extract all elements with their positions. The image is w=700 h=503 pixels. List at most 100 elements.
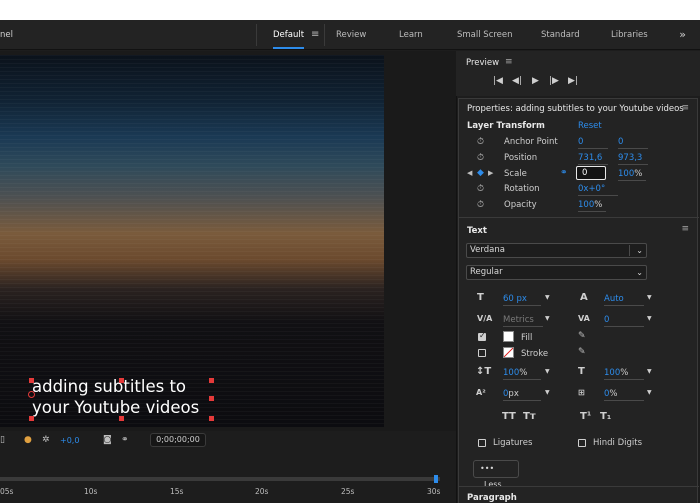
eyedropper-icon[interactable]: ✎ bbox=[578, 331, 586, 341]
ligatures-checkbox[interactable] bbox=[478, 439, 486, 447]
preview-menu-icon[interactable]: ≡ bbox=[505, 57, 513, 67]
playhead[interactable] bbox=[434, 475, 438, 483]
anchor-point-icon[interactable] bbox=[28, 391, 35, 398]
settings-gear-icon[interactable]: ✲ bbox=[42, 435, 50, 445]
transform-handle[interactable] bbox=[119, 378, 124, 383]
ligatures-label: Ligatures bbox=[493, 438, 533, 448]
baseline-shift-value[interactable]: 0px bbox=[503, 389, 541, 401]
superscript-icon[interactable]: T¹ bbox=[580, 411, 591, 422]
opacity-number: 100 bbox=[578, 200, 595, 210]
horizontal-scale-value[interactable]: 100% bbox=[604, 368, 644, 380]
leading-value[interactable]: Auto bbox=[604, 294, 644, 306]
caret-down-icon[interactable]: ▼ bbox=[647, 368, 652, 375]
video-frame bbox=[0, 55, 384, 427]
caret-down-icon[interactable]: ▼ bbox=[647, 294, 652, 301]
vertical-scale-number: 100 bbox=[503, 368, 520, 378]
transform-handle[interactable] bbox=[29, 378, 34, 383]
more-dots-icon: ••• bbox=[480, 464, 495, 473]
offset-value[interactable]: +0,0 bbox=[60, 436, 79, 445]
transform-handle[interactable] bbox=[209, 396, 214, 401]
transform-handle[interactable] bbox=[209, 378, 214, 383]
tsume-icon: ⊞ bbox=[578, 388, 585, 397]
caret-down-icon[interactable]: ▼ bbox=[545, 315, 550, 322]
workspace-default[interactable]: Default bbox=[273, 30, 305, 49]
font-size-value[interactable]: 60 px bbox=[503, 294, 541, 306]
kerning-value[interactable]: Metrics bbox=[503, 315, 543, 327]
go-to-end-icon[interactable]: ▶| bbox=[568, 76, 578, 86]
workspace-learn[interactable]: Learn bbox=[399, 30, 423, 40]
timeline-track[interactable] bbox=[0, 477, 440, 481]
transform-handle[interactable] bbox=[209, 416, 214, 421]
vertical-scale-value[interactable]: 100% bbox=[503, 368, 541, 380]
properties-menu-icon[interactable]: ≡ bbox=[681, 103, 689, 113]
caret-down-icon[interactable]: ▼ bbox=[545, 368, 550, 375]
caret-down-icon[interactable]: ▼ bbox=[545, 294, 550, 301]
rotation-label: Rotation bbox=[504, 184, 540, 194]
keyframe-prev-icon[interactable]: ◀ bbox=[467, 169, 472, 177]
anchor-y-value[interactable]: 0 bbox=[618, 137, 648, 149]
scale-percent-value[interactable]: 100% bbox=[618, 169, 646, 181]
font-style-dropdown[interactable]: Regular ⌄ bbox=[466, 265, 647, 280]
go-to-start-icon[interactable]: |◀ bbox=[493, 76, 503, 86]
workspace-standard[interactable]: Standard bbox=[541, 30, 580, 40]
reset-button[interactable]: Reset bbox=[578, 121, 602, 131]
step-forward-icon[interactable]: |▶ bbox=[549, 76, 559, 86]
stopwatch-icon[interactable]: ⏱ bbox=[477, 184, 484, 194]
transform-handle[interactable] bbox=[29, 416, 34, 421]
caret-down-icon[interactable]: ▼ bbox=[647, 315, 652, 322]
link-icon[interactable]: ⚭ bbox=[121, 435, 129, 445]
fill-checkbox[interactable] bbox=[478, 331, 486, 341]
tsume-value[interactable]: 0% bbox=[604, 389, 644, 401]
caret-down-icon[interactable]: ▼ bbox=[545, 389, 550, 396]
camera-icon[interactable]: ◙ bbox=[103, 435, 112, 445]
font-family-dropdown[interactable]: Verdana ⌄ bbox=[466, 243, 647, 258]
stopwatch-icon[interactable]: ⏱ bbox=[477, 153, 484, 163]
small-caps-icon[interactable]: Tт bbox=[523, 411, 536, 422]
keyframe-next-icon[interactable]: ▶ bbox=[488, 169, 493, 177]
fill-label: Fill bbox=[521, 333, 533, 343]
font-size-number: 60 bbox=[503, 294, 514, 304]
timeline-ruler[interactable]: 05s 10s 15s 20s 25s 30s bbox=[0, 470, 456, 503]
all-caps-icon[interactable]: TT bbox=[502, 411, 516, 422]
color-icon[interactable]: ● bbox=[24, 435, 32, 445]
baseline-shift-icon: A² bbox=[476, 388, 486, 397]
position-y-value[interactable]: 973,3 bbox=[618, 153, 648, 165]
more-workspaces-icon[interactable]: » bbox=[679, 28, 686, 41]
anchor-x-value[interactable]: 0 bbox=[578, 137, 608, 149]
workspace-libraries[interactable]: Libraries bbox=[611, 30, 648, 40]
safe-margins-icon[interactable]: ▯ bbox=[0, 435, 5, 445]
timecode-field[interactable]: 0;00;00;00 bbox=[150, 433, 206, 447]
step-back-icon[interactable]: ◀| bbox=[512, 76, 522, 86]
preview-title: Preview bbox=[466, 58, 500, 68]
hindi-digits-checkbox[interactable] bbox=[578, 439, 586, 447]
stopwatch-icon[interactable]: ⏱ bbox=[477, 137, 484, 147]
keyframe-add-icon[interactable]: ◆ bbox=[477, 168, 484, 178]
subscript-icon[interactable]: T₁ bbox=[600, 411, 611, 422]
scale-input[interactable]: 0 bbox=[576, 166, 606, 180]
text-menu-icon[interactable]: ≡ bbox=[681, 224, 689, 234]
eyedropper-icon[interactable]: ✎ bbox=[578, 347, 586, 357]
workspace-review[interactable]: Review bbox=[336, 30, 366, 40]
link-scale-icon[interactable]: ⚭ bbox=[560, 168, 568, 178]
scale-label: Scale bbox=[504, 169, 527, 179]
rotation-value[interactable]: 0x+0° bbox=[578, 184, 618, 196]
section-divider bbox=[459, 486, 699, 487]
workspace-menu-icon[interactable]: ≡ bbox=[311, 29, 319, 40]
less-button[interactable]: ••• Less bbox=[473, 460, 519, 489]
tick-label: 30s bbox=[427, 487, 441, 496]
properties-title: Properties: adding subtitles to your You… bbox=[467, 104, 684, 114]
position-x-value[interactable]: 731,6 bbox=[578, 153, 608, 165]
leading-icon: A bbox=[580, 292, 588, 303]
play-icon[interactable]: ▶ bbox=[532, 76, 539, 86]
transform-handle[interactable] bbox=[119, 416, 124, 421]
tracking-value[interactable]: 0 bbox=[604, 315, 644, 327]
stopwatch-icon[interactable]: ⏱ bbox=[477, 200, 484, 210]
caret-down-icon[interactable]: ▼ bbox=[647, 389, 652, 396]
vertical-scale-icon: ↕T bbox=[476, 366, 492, 377]
subtitle-text[interactable]: adding subtitles to your Youtube videos bbox=[32, 376, 199, 418]
stroke-color-swatch[interactable] bbox=[503, 347, 514, 358]
workspace-small-screen[interactable]: Small Screen bbox=[457, 30, 513, 40]
stroke-checkbox[interactable] bbox=[478, 349, 486, 357]
opacity-value[interactable]: 100% bbox=[578, 200, 606, 212]
fill-color-swatch[interactable] bbox=[503, 331, 514, 342]
